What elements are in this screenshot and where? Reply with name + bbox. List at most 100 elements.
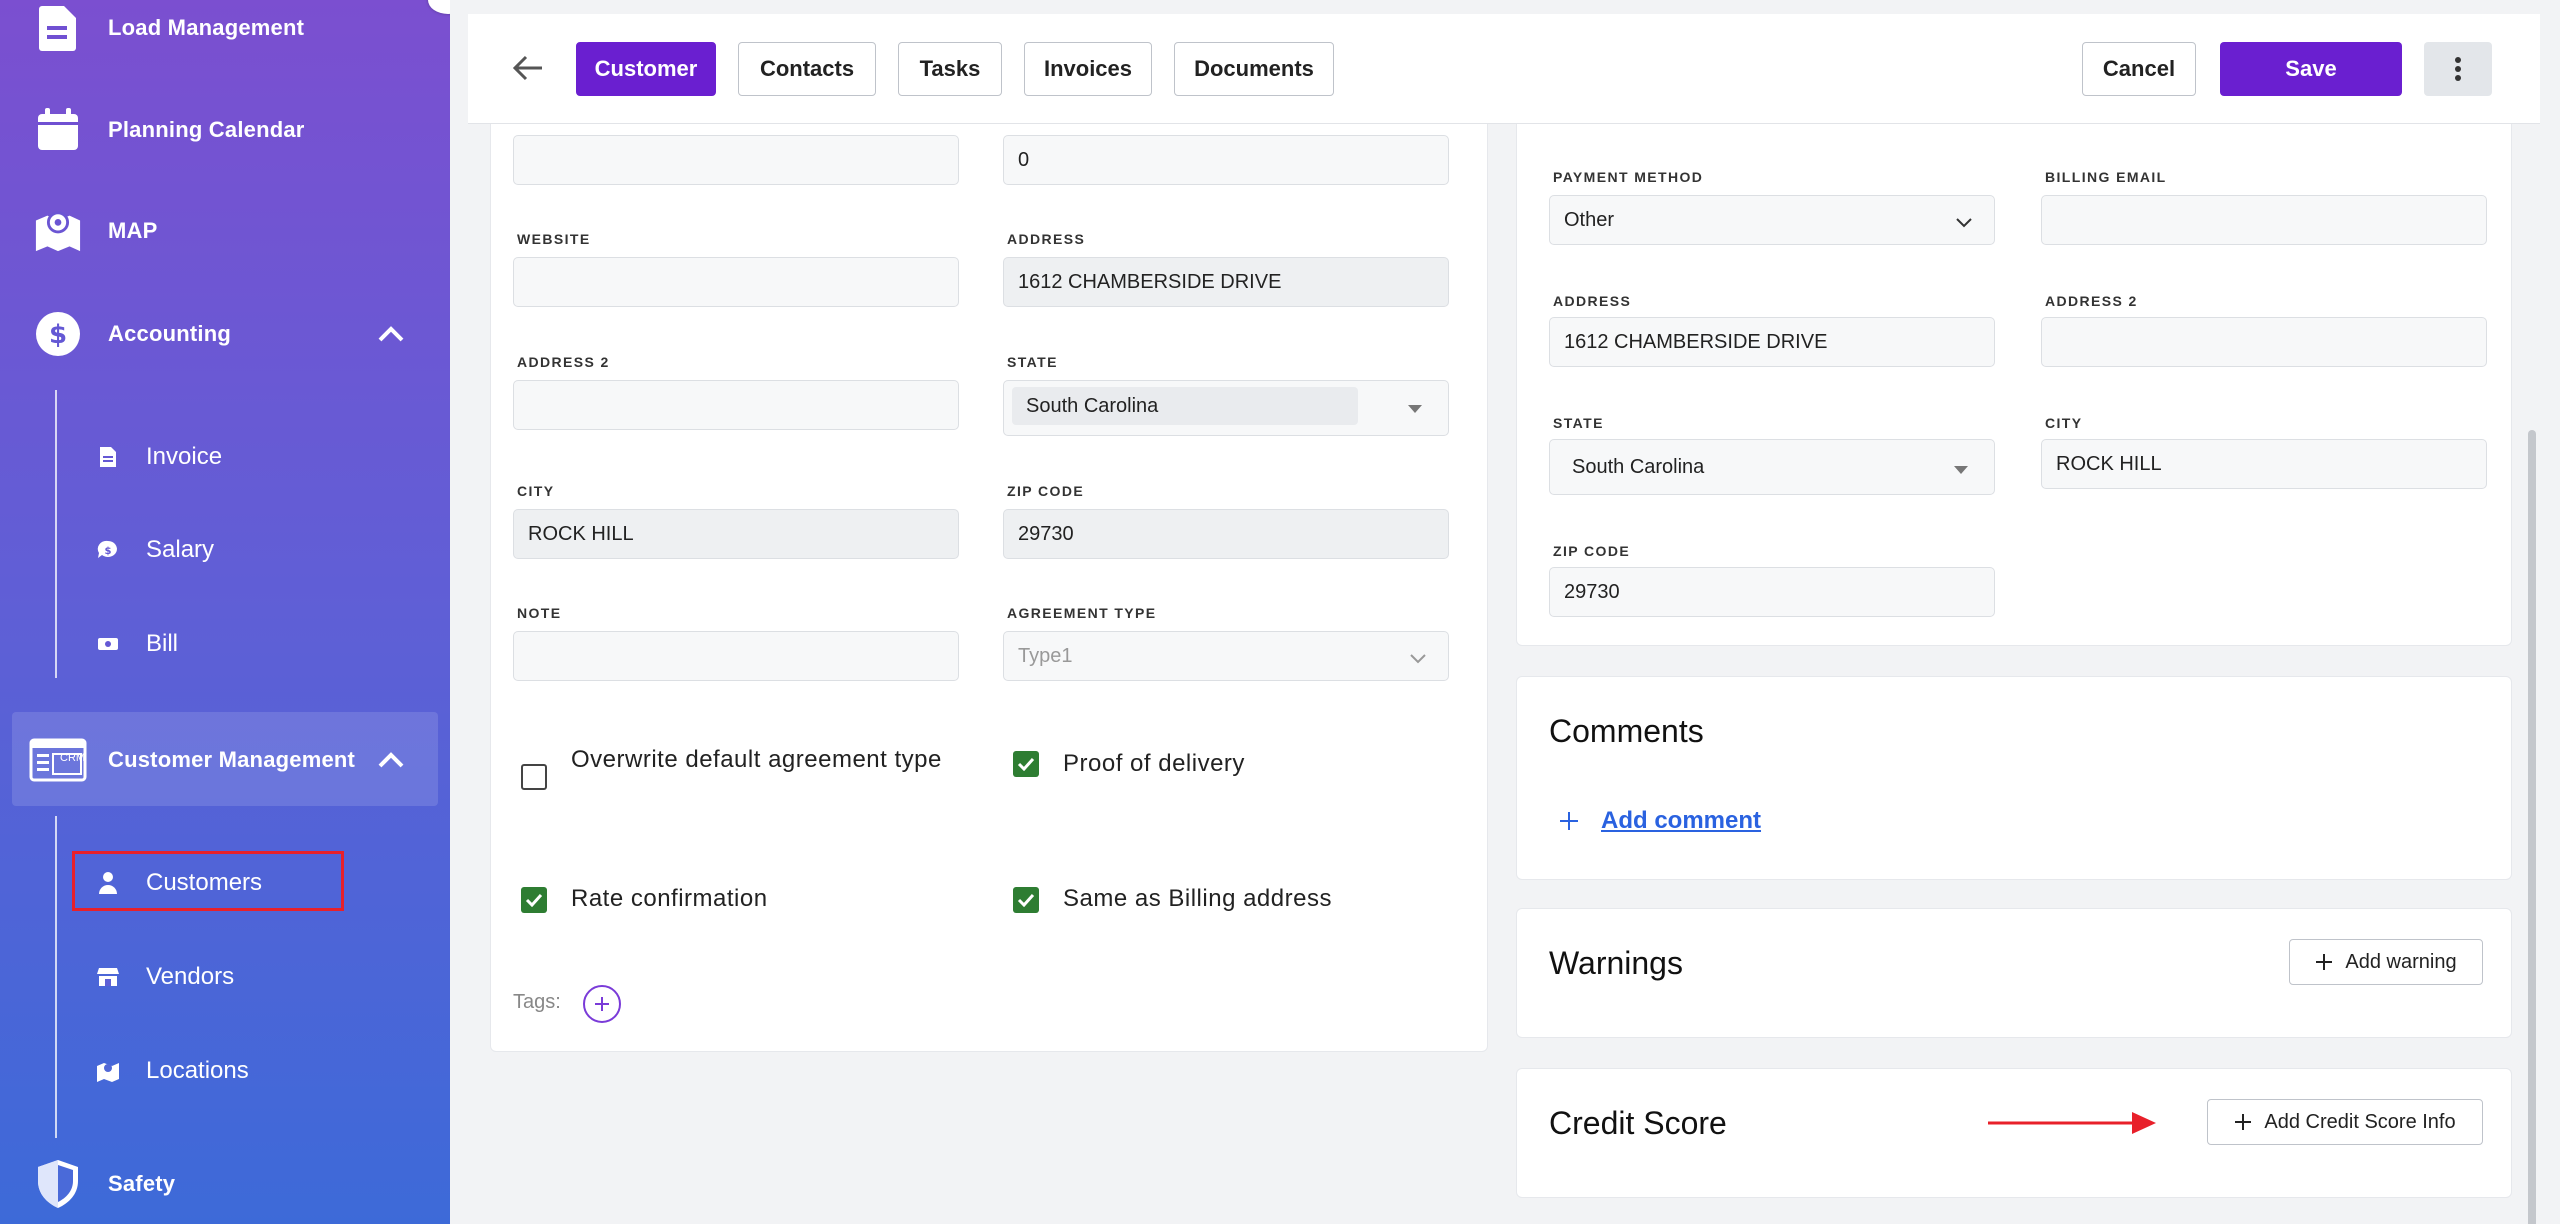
dollar-icon: $ <box>34 310 82 358</box>
address-label: ADDRESS <box>1007 231 1086 247</box>
overwrite-agreement-checkbox[interactable] <box>521 764 547 790</box>
add-tag-button[interactable] <box>583 985 621 1023</box>
billing-card: PAYMENT METHOD Other BILLING EMAIL ADDRE… <box>1516 110 2512 646</box>
crm-badge: CRM <box>60 752 86 764</box>
billing-address2-input[interactable] <box>2041 317 2487 367</box>
note-input[interactable] <box>513 631 959 681</box>
website-input[interactable] <box>513 257 959 307</box>
warnings-title: Warnings <box>1549 945 1683 981</box>
kebab-menu-icon <box>2455 57 2461 81</box>
city-label: CITY <box>517 483 555 499</box>
billing-state-select[interactable]: South Carolina <box>1549 439 1995 495</box>
proof-of-delivery-checkbox[interactable] <box>1013 751 1039 777</box>
sidebar-item-label: Salary <box>146 536 215 563</box>
scrollbar[interactable] <box>2528 430 2536 1224</box>
agreement-type-select[interactable]: Type1 <box>1003 631 1449 681</box>
cancel-button[interactable]: Cancel <box>2082 42 2196 96</box>
chevron-up-icon[interactable] <box>376 745 406 775</box>
salary-icon: $ <box>96 538 120 562</box>
website-label: WEBSITE <box>517 231 591 247</box>
annotation-arrow-icon <box>1988 1112 2156 1134</box>
map-icon <box>34 207 82 255</box>
tab-tasks[interactable]: Tasks <box>898 42 1002 96</box>
state-label: STATE <box>1007 354 1058 370</box>
city-input[interactable]: ROCK HILL <box>513 509 959 559</box>
tree-line <box>55 390 57 678</box>
sidebar-item-planning-calendar[interactable]: Planning Calendar <box>0 90 450 170</box>
calendar-icon <box>34 106 82 154</box>
add-comment-link[interactable]: Add comment <box>1601 807 1761 835</box>
agreement-type-value: Type1 <box>1018 644 1073 667</box>
billing-address2-label: ADDRESS 2 <box>2045 293 2138 309</box>
sidebar-item-invoice[interactable]: Invoice <box>96 427 222 487</box>
sidebar-item-load-management[interactable]: Load Management <box>0 0 450 68</box>
sidebar-item-label: Safety <box>108 1171 176 1196</box>
tab-customer[interactable]: Customer <box>576 42 716 96</box>
invoice-icon <box>96 445 120 469</box>
credit-score-title: Credit Score <box>1549 1105 1727 1141</box>
back-arrow-icon[interactable] <box>508 48 548 88</box>
zip-input[interactable]: 29730 <box>1003 509 1449 559</box>
chevron-up-icon[interactable] <box>376 319 406 349</box>
billing-zip-input[interactable]: 29730 <box>1549 567 1995 617</box>
sidebar-item-label: Bill <box>146 630 179 657</box>
sidebar-item-accounting[interactable]: $ Accounting <box>0 294 450 374</box>
check-icon <box>525 893 543 907</box>
plus-icon <box>2316 954 2333 970</box>
billing-city-label: CITY <box>2045 415 2083 431</box>
svg-text:$: $ <box>105 546 112 557</box>
sidebar-item-label: Planning Calendar <box>108 117 305 142</box>
sidebar-item-map[interactable]: MAP <box>0 191 450 271</box>
sidebar-item-locations[interactable]: Locations <box>96 1041 249 1101</box>
sidebar-item-customer-management[interactable]: CRM Customer Management <box>0 720 450 800</box>
document-icon <box>34 4 82 52</box>
sidebar-item-label: Accounting <box>108 321 231 346</box>
toolbar: Customer Contacts Tasks Invoices Documen… <box>468 14 2540 124</box>
billing-address-input[interactable]: 1612 CHAMBERSIDE DRIVE <box>1549 317 1995 367</box>
customer-details-card: 0 WEBSITE ADDRESS 1612 CHAMBERSIDE DRIVE… <box>490 110 1488 1052</box>
svg-text:$: $ <box>49 320 67 350</box>
proof-of-delivery-label: Proof of delivery <box>1063 750 1245 777</box>
billing-email-input[interactable] <box>2041 195 2487 245</box>
state-chip: South Carolina <box>1012 387 1358 425</box>
note-label: NOTE <box>517 605 562 621</box>
rate-confirmation-checkbox[interactable] <box>521 887 547 913</box>
plus-icon <box>1560 812 1578 830</box>
sidebar-item-label: Customer Management <box>108 747 356 772</box>
main-content: 0 WEBSITE ADDRESS 1612 CHAMBERSIDE DRIVE… <box>468 0 2540 1224</box>
field-top-left[interactable] <box>513 135 959 185</box>
plus-icon <box>2235 1114 2252 1130</box>
billing-zip-label: ZIP CODE <box>1553 543 1631 559</box>
sidebar-item-label: Locations <box>146 1057 249 1084</box>
billing-city-input[interactable]: ROCK HILL <box>2041 439 2487 489</box>
billing-email-label: BILLING EMAIL <box>2045 169 2167 185</box>
sidebar-item-label: MAP <box>108 218 158 243</box>
tab-documents[interactable]: Documents <box>1174 42 1334 96</box>
sidebar-item-salary[interactable]: $ Salary <box>96 520 214 580</box>
sidebar: Load Management Planning Calendar MAP $ … <box>0 0 450 1224</box>
same-as-billing-checkbox[interactable] <box>1013 887 1039 913</box>
tab-invoices[interactable]: Invoices <box>1024 42 1152 96</box>
more-options-button[interactable] <box>2424 42 2492 96</box>
caret-down-icon <box>1408 405 1422 413</box>
sidebar-item-safety[interactable]: Safety <box>0 1144 450 1224</box>
save-button[interactable]: Save <box>2220 42 2402 96</box>
address-input[interactable]: 1612 CHAMBERSIDE DRIVE <box>1003 257 1449 307</box>
crm-icon: CRM <box>28 736 88 784</box>
add-warning-label: Add warning <box>2345 950 2457 973</box>
overwrite-agreement-label: Overwrite default agreement type <box>571 746 942 773</box>
sidebar-item-bill[interactable]: Bill <box>96 614 178 674</box>
sidebar-item-vendors[interactable]: Vendors <box>96 947 234 1007</box>
add-credit-score-button[interactable]: Add Credit Score Info <box>2207 1099 2483 1145</box>
state-select[interactable]: South Carolina <box>1003 380 1449 436</box>
tab-contacts[interactable]: Contacts <box>738 42 876 96</box>
tags-label: Tags: <box>513 991 561 1013</box>
add-warning-button[interactable]: Add warning <box>2289 939 2483 985</box>
payment-method-select[interactable]: Other <box>1549 195 1995 245</box>
field-top-right[interactable]: 0 <box>1003 135 1449 185</box>
billing-address-label: ADDRESS <box>1553 293 1632 309</box>
agreement-type-label: AGREEMENT TYPE <box>1007 605 1157 621</box>
warnings-card: Warnings Add warning <box>1516 908 2512 1038</box>
zip-label: ZIP CODE <box>1007 483 1085 499</box>
address2-input[interactable] <box>513 380 959 430</box>
